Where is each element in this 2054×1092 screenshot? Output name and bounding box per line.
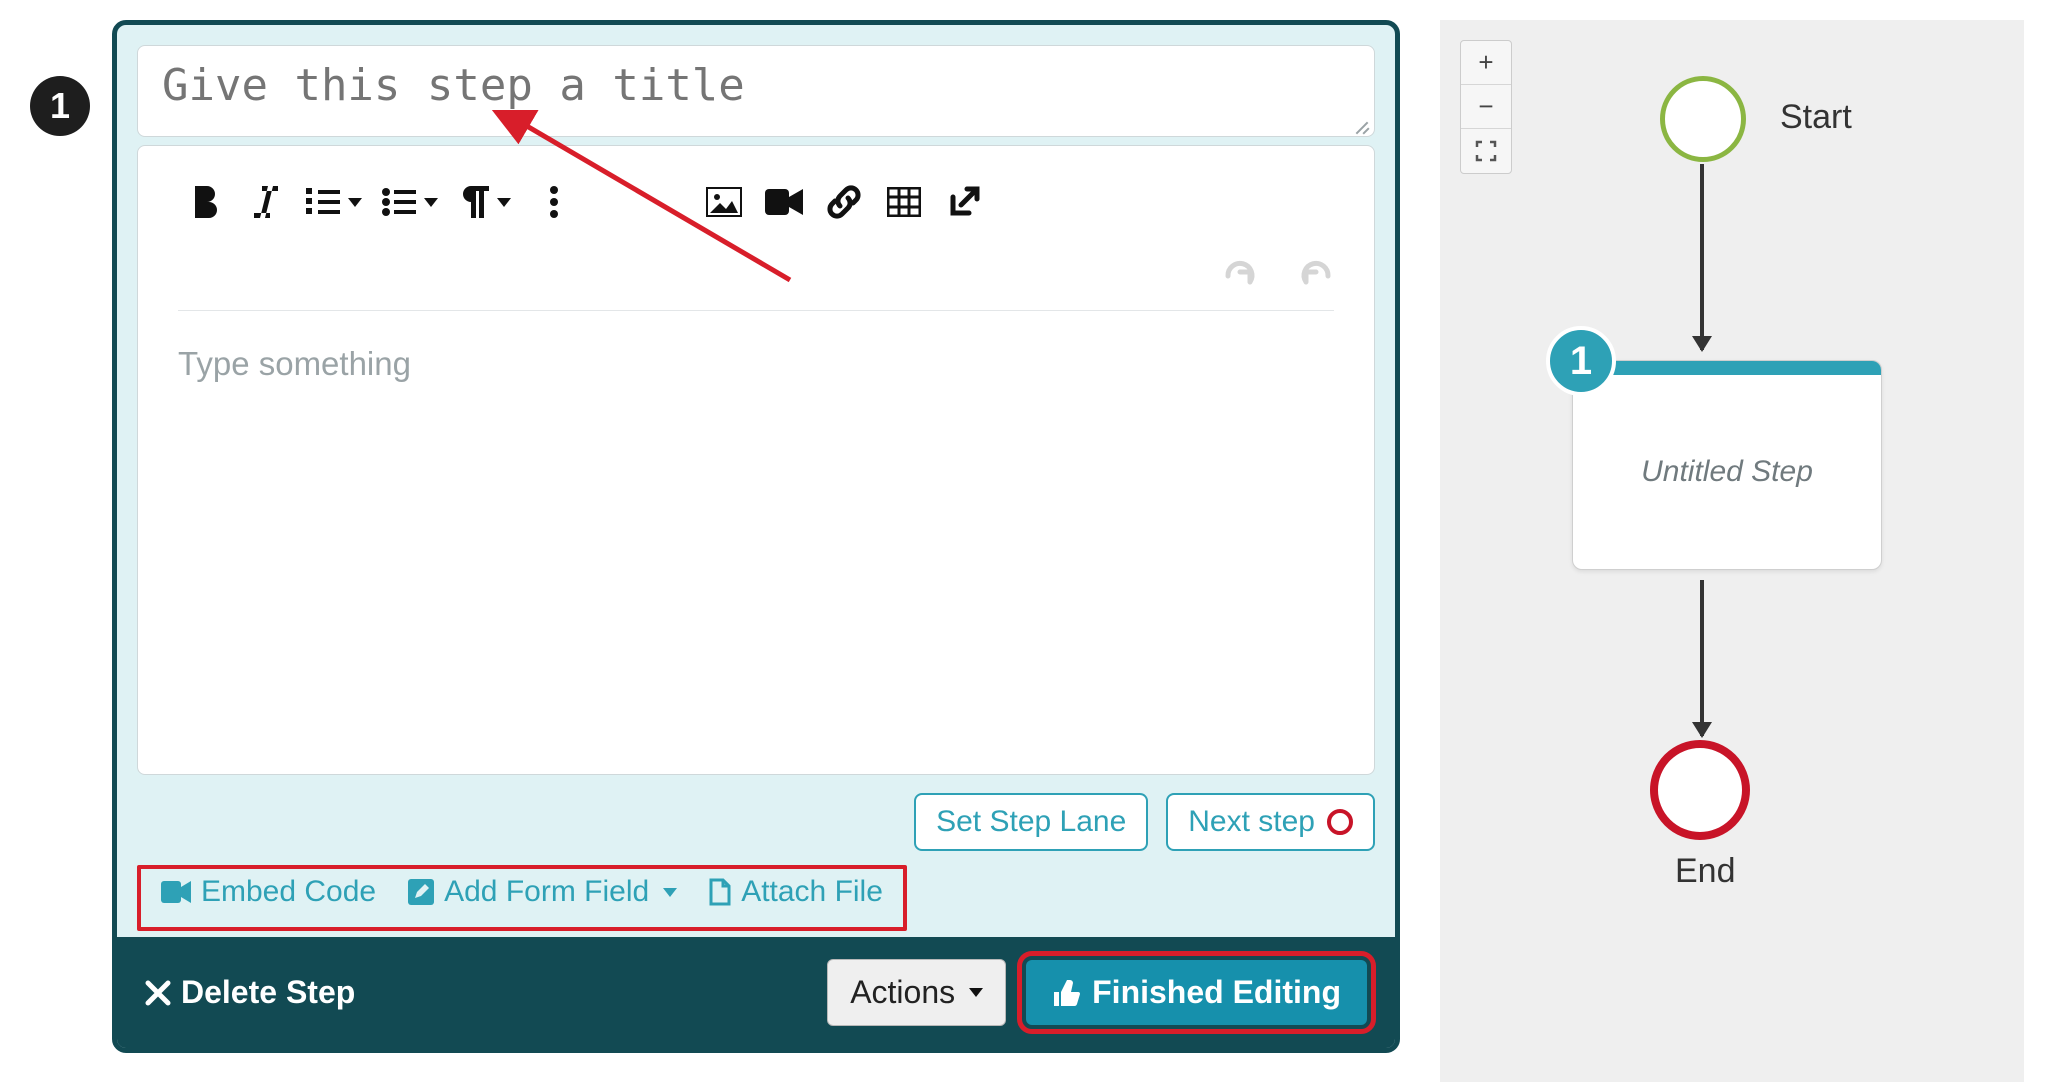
next-step-label: Next step bbox=[1188, 805, 1315, 839]
embed-code-label: Embed Code bbox=[201, 875, 376, 909]
attach-file-link[interactable]: Attach File bbox=[709, 875, 883, 909]
end-label: End bbox=[1675, 852, 1736, 891]
step-title-input[interactable] bbox=[138, 46, 1374, 136]
attach-file-label: Attach File bbox=[741, 875, 883, 909]
edit-icon bbox=[408, 879, 434, 905]
chevron-down-icon bbox=[497, 198, 511, 207]
open-external-button[interactable] bbox=[934, 177, 994, 227]
bold-button[interactable] bbox=[176, 177, 236, 227]
attachment-links-row: Embed Code Add Form Field Attach File bbox=[137, 865, 907, 931]
video-icon bbox=[161, 881, 191, 903]
resize-handle-icon[interactable] bbox=[1350, 114, 1370, 134]
end-node[interactable] bbox=[1650, 740, 1750, 840]
next-step-button[interactable]: Next step bbox=[1166, 793, 1375, 851]
flow-arrow bbox=[1700, 580, 1704, 736]
close-icon bbox=[145, 980, 171, 1006]
editor-toolbar bbox=[138, 146, 1374, 228]
step-card-accent bbox=[1573, 361, 1881, 375]
editor-body[interactable]: Type something bbox=[138, 311, 1374, 417]
file-icon bbox=[709, 878, 731, 906]
delete-step-button[interactable]: Delete Step bbox=[145, 974, 355, 1011]
start-label: Start bbox=[1780, 98, 1852, 137]
step-title-field[interactable] bbox=[137, 45, 1375, 137]
redo-button[interactable] bbox=[1298, 252, 1334, 286]
embed-code-link[interactable]: Embed Code bbox=[161, 875, 376, 909]
vertical-dots-icon bbox=[550, 186, 558, 218]
step-ring-icon bbox=[1327, 809, 1353, 835]
add-form-field-label: Add Form Field bbox=[444, 875, 649, 909]
actions-label: Actions bbox=[850, 974, 955, 1011]
flow-arrow bbox=[1700, 164, 1704, 350]
step-editor-column: 1 bbox=[30, 20, 1400, 1082]
thumbs-up-icon bbox=[1052, 980, 1080, 1006]
editor-footer: Delete Step Actions Finished Editing bbox=[117, 937, 1395, 1048]
undo-redo-row bbox=[138, 228, 1374, 286]
ordered-list-button[interactable] bbox=[296, 177, 372, 227]
add-form-field-link[interactable]: Add Form Field bbox=[408, 875, 677, 909]
chevron-down-icon bbox=[969, 988, 983, 997]
chevron-down-icon bbox=[348, 198, 362, 207]
set-step-lane-button[interactable]: Set Step Lane bbox=[914, 793, 1148, 851]
insert-image-button[interactable] bbox=[694, 177, 754, 227]
insert-table-button[interactable] bbox=[874, 177, 934, 227]
finished-editing-button[interactable]: Finished Editing bbox=[1026, 960, 1367, 1025]
step-card[interactable]: Untitled Step bbox=[1572, 360, 1882, 570]
start-node[interactable] bbox=[1660, 76, 1746, 162]
more-button[interactable] bbox=[524, 177, 584, 227]
rich-text-editor: Type something bbox=[137, 145, 1375, 775]
chevron-down-icon bbox=[663, 888, 677, 897]
step-card-label: Untitled Step bbox=[1573, 375, 1881, 489]
flow-diagram: Start Untitled Step 1 End bbox=[1440, 20, 2024, 1082]
finished-editing-label: Finished Editing bbox=[1092, 974, 1341, 1011]
step-card-badge: 1 bbox=[1546, 326, 1616, 396]
insert-video-button[interactable] bbox=[754, 177, 814, 227]
flow-canvas[interactable]: + − Start Untitled Step 1 End bbox=[1440, 20, 2024, 1082]
step-nav-row: Set Step Lane Next step bbox=[117, 793, 1395, 865]
chevron-down-icon bbox=[424, 198, 438, 207]
actions-button[interactable]: Actions bbox=[827, 959, 1006, 1026]
step-editor-panel: Type something Set Step Lane Next step E… bbox=[112, 20, 1400, 1053]
unordered-list-button[interactable] bbox=[372, 177, 448, 227]
delete-step-label: Delete Step bbox=[181, 974, 355, 1011]
insert-link-button[interactable] bbox=[814, 177, 874, 227]
italic-button[interactable] bbox=[236, 177, 296, 227]
undo-button[interactable] bbox=[1222, 252, 1258, 286]
step-number-badge: 1 bbox=[30, 76, 90, 136]
paragraph-format-button[interactable] bbox=[448, 177, 524, 227]
